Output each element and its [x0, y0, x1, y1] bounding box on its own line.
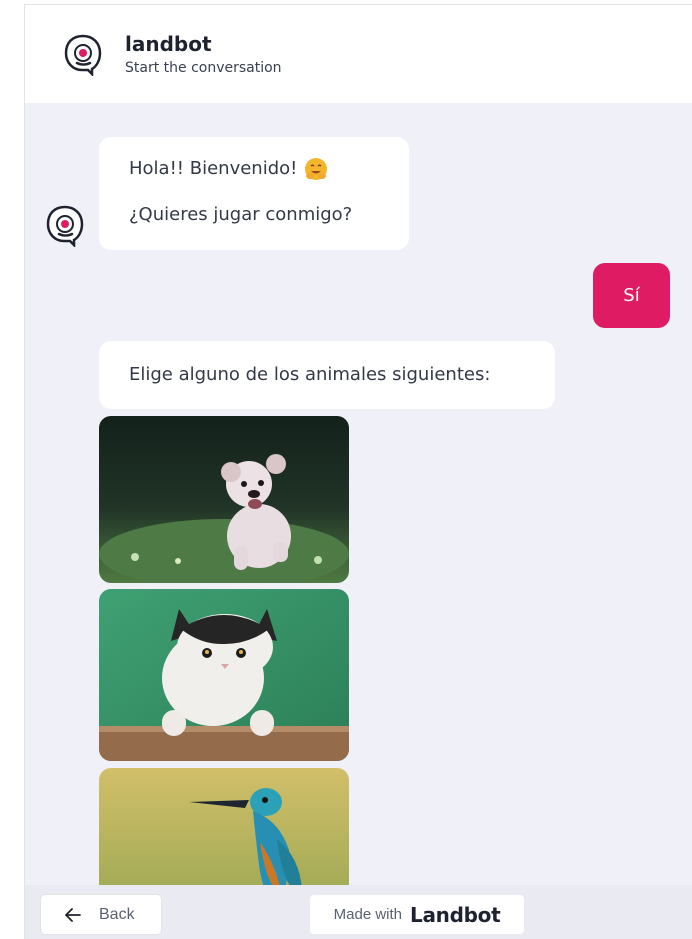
bot-message-greeting: Hola!! Bienvenido! ¿Quieres jugar conmig…: [99, 137, 409, 250]
landbot-logo-icon: [64, 34, 102, 76]
chat-window: landbot Start the conversation Hola!! Bi…: [24, 4, 692, 939]
greeting-line-1: Hola!! Bienvenido!: [129, 157, 379, 181]
message-list: Hola!! Bienvenido! ¿Quieres jugar conmig…: [25, 103, 692, 939]
chat-header: landbot Start the conversation: [25, 5, 692, 103]
arrow-left-icon: [65, 907, 81, 922]
cat-image: [99, 589, 349, 761]
greeting-line-2: ¿Quieres jugar conmigo?: [129, 203, 379, 227]
header-subtitle: Start the conversation: [125, 59, 282, 76]
landbot-brand-label: Landbot: [410, 902, 501, 927]
back-button[interactable]: Back: [41, 895, 161, 934]
prompt-text: Elige alguno de los animales siguientes:: [129, 364, 491, 385]
user-message-text: Sí: [623, 285, 640, 306]
made-with-label: Made with: [333, 906, 403, 923]
page: landbot Start the conversation Hola!! Bi…: [0, 0, 692, 939]
dog-image: [99, 416, 349, 583]
header-text: landbot Start the conversation: [125, 32, 282, 77]
greeting-text-1: Hola!! Bienvenido!: [129, 158, 298, 179]
greeting-text-2: ¿Quieres jugar conmigo?: [129, 204, 353, 225]
bot-avatar-icon: [46, 205, 84, 247]
dog-image-option[interactable]: [99, 416, 349, 583]
hugging-face-emoji-icon: [305, 158, 328, 180]
back-label: Back: [99, 905, 135, 923]
bot-name: landbot: [125, 31, 212, 56]
user-message-si: Sí: [593, 263, 670, 328]
bot-message-prompt: Elige alguno de los animales siguientes:: [99, 341, 555, 409]
cat-image-option[interactable]: [99, 589, 349, 761]
chat-footer: Back Made with Landbot: [25, 885, 692, 939]
made-with-badge[interactable]: Made with Landbot: [310, 895, 524, 934]
